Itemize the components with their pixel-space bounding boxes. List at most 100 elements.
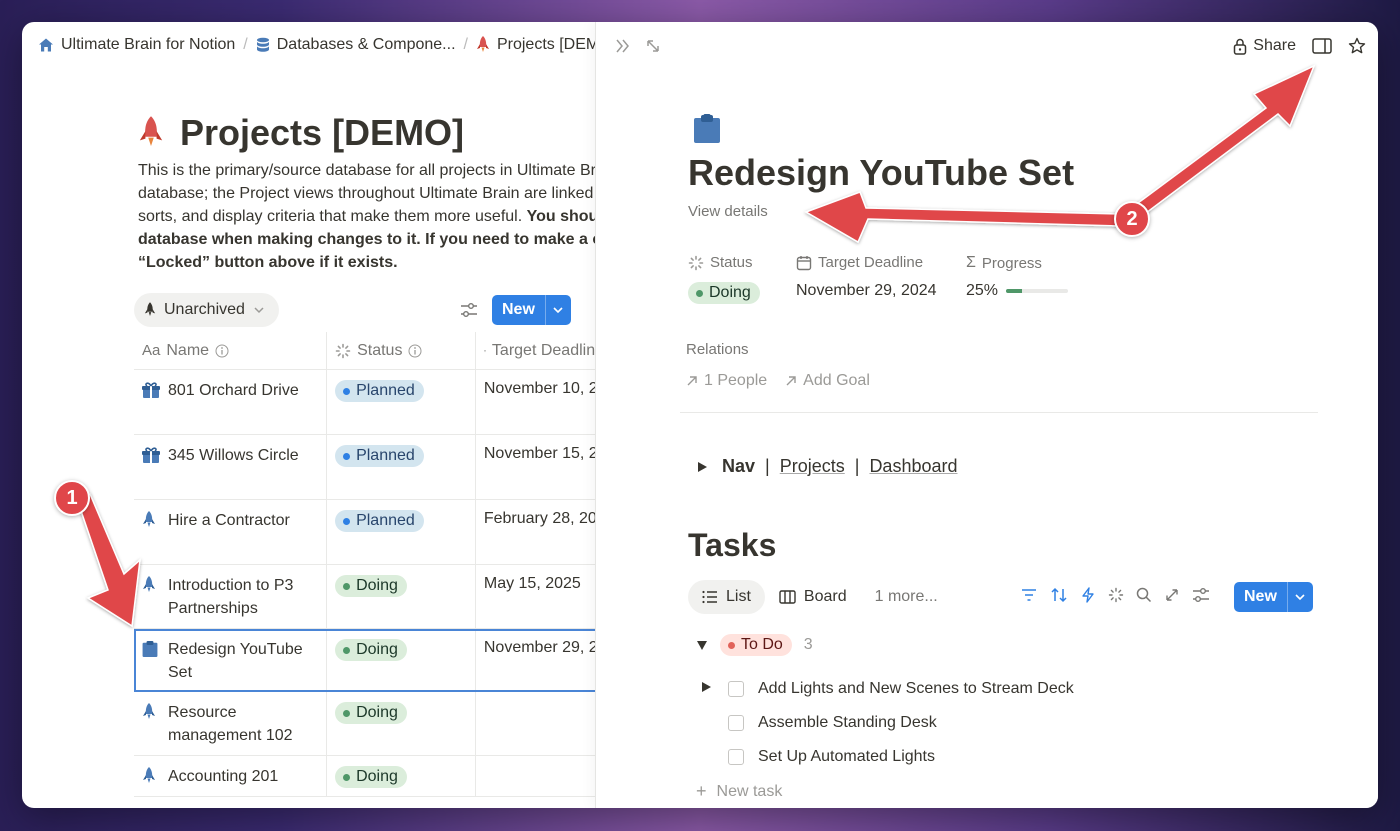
search-icon[interactable] xyxy=(1136,587,1152,603)
task-item[interactable]: Assemble Standing Desk xyxy=(700,714,937,732)
cell-name[interactable]: 801 Orchard Drive xyxy=(134,370,328,434)
chevron-down-icon xyxy=(1295,594,1305,601)
collapse-peek-icon[interactable] xyxy=(614,37,632,55)
new-task-row[interactable]: + New task xyxy=(696,781,782,802)
view-details-link[interactable]: View details xyxy=(688,203,768,220)
task-checkbox[interactable] xyxy=(728,681,744,697)
filter-settings-icon[interactable] xyxy=(460,302,478,318)
table-row[interactable]: Hire a Contractor Planned February 28, 202… xyxy=(134,500,595,565)
rocket-icon xyxy=(142,701,160,745)
cell-deadline[interactable]: May 15, 2025 xyxy=(476,565,595,628)
cell-deadline[interactable]: November 10, 2024 xyxy=(476,370,595,434)
status-badge: Doing xyxy=(335,766,407,788)
chevron-down-icon xyxy=(254,307,264,314)
cell-deadline[interactable]: November 29, 2024 xyxy=(476,629,595,691)
cell-status[interactable]: Planned xyxy=(327,435,476,499)
view-toolbar xyxy=(1020,587,1210,603)
tab-list[interactable]: List xyxy=(688,580,765,614)
rocket-icon xyxy=(139,116,163,146)
cell-status[interactable]: Planned xyxy=(327,370,476,434)
new-dropdown-button[interactable] xyxy=(1286,582,1313,612)
projects-link[interactable]: Projects xyxy=(780,456,845,477)
cell-status[interactable]: Doing xyxy=(327,565,476,628)
status-badge: Doing xyxy=(335,702,407,724)
settings-sliders-icon[interactable] xyxy=(1192,587,1210,603)
task-checkbox[interactable] xyxy=(728,749,744,765)
dashboard-link[interactable]: Dashboard xyxy=(869,456,957,477)
cell-name[interactable]: Redesign YouTube Set xyxy=(134,629,328,691)
new-task-button[interactable]: New xyxy=(1234,582,1313,612)
cell-name[interactable]: Resource management 102 xyxy=(134,692,328,755)
clipboard-icon[interactable] xyxy=(693,114,721,144)
cell-name[interactable]: 345 Willows Circle xyxy=(134,435,328,499)
triangle-right-icon[interactable] xyxy=(696,461,708,473)
breadcrumb-item-projects[interactable]: Projects [DEMO] xyxy=(476,36,595,54)
expand-icon[interactable] xyxy=(1164,587,1180,603)
breadcrumb-item-databases[interactable]: Databases & Compone... xyxy=(256,36,456,54)
row-title: Accounting 201 xyxy=(168,768,279,785)
progress-bar xyxy=(1006,289,1069,293)
cell-status[interactable]: Doing xyxy=(327,756,476,796)
filter-icon[interactable] xyxy=(1020,587,1038,603)
table-row[interactable]: Introduction to P3 Partnerships Doing May … xyxy=(134,565,595,629)
task-checkbox[interactable] xyxy=(728,715,744,731)
table-row[interactable]: Accounting 201 Doing xyxy=(134,756,595,797)
lightning-icon[interactable] xyxy=(1080,587,1096,603)
share-button[interactable]: Share xyxy=(1233,37,1296,55)
sigma-icon: Σ xyxy=(966,254,976,271)
table-row[interactable]: Redesign YouTube Set Doing November 29, 20… xyxy=(134,629,595,692)
cell-name[interactable]: Accounting 201 xyxy=(134,756,328,796)
cell-status[interactable]: Planned xyxy=(327,500,476,564)
divider xyxy=(680,412,1318,413)
arrow-up-right-icon xyxy=(687,376,697,386)
cell-status[interactable]: Doing xyxy=(327,692,476,755)
relations-heading: Relations xyxy=(686,341,749,358)
table-body: 801 Orchard Drive Planned November 10, 202… xyxy=(134,370,595,797)
cell-deadline[interactable]: February 28, 2025 xyxy=(476,500,595,564)
new-dropdown-button[interactable] xyxy=(544,295,571,325)
task-toggle[interactable] xyxy=(700,680,728,698)
page-title-text: Projects [DEMO] xyxy=(180,112,465,153)
tab-more[interactable]: 1 more... xyxy=(861,580,952,614)
cell-deadline[interactable]: November 15, 2024 xyxy=(476,435,595,499)
column-header-deadline[interactable]: Target Deadline xyxy=(476,332,595,369)
table-row[interactable]: 801 Orchard Drive Planned November 10, 202… xyxy=(134,370,595,435)
triangle-down-icon[interactable] xyxy=(696,639,708,651)
breadcrumb: Ultimate Brain for Notion / Databases & … xyxy=(38,36,595,54)
tab-board[interactable]: Board xyxy=(765,580,861,614)
cell-deadline[interactable] xyxy=(476,692,595,755)
cell-deadline[interactable] xyxy=(476,756,595,796)
status-badge: Planned xyxy=(335,380,424,402)
side-peek-icon[interactable] xyxy=(1312,38,1332,54)
relations: 1 People Add Goal xyxy=(686,372,870,390)
table-row[interactable]: 345 Willows Circle Planned November 15, 20… xyxy=(134,435,595,500)
cell-status[interactable]: Doing xyxy=(327,629,476,691)
property-status-value[interactable]: Doing xyxy=(688,282,760,304)
task-item[interactable]: Add Lights and New Scenes to Stream Deck xyxy=(700,680,1074,698)
sparkle-icon[interactable] xyxy=(1108,587,1124,603)
sort-icon[interactable] xyxy=(1050,587,1068,603)
annotation-marker-2: 2 xyxy=(1114,201,1150,237)
expand-icon[interactable] xyxy=(644,37,662,55)
property-deadline-value[interactable]: November 29, 2024 xyxy=(796,282,937,300)
row-title: Redesign YouTube Set xyxy=(168,641,303,681)
task-item[interactable]: Set Up Automated Lights xyxy=(700,748,935,766)
group-header-todo[interactable]: To Do 3 xyxy=(696,634,813,656)
board-icon xyxy=(779,590,796,604)
view-selector[interactable]: Unarchived xyxy=(134,293,279,327)
star-icon[interactable] xyxy=(1348,37,1366,55)
page-title[interactable]: Redesign YouTube Set xyxy=(688,152,1074,194)
page-title: Projects [DEMO] xyxy=(138,112,464,154)
row-title: 345 Willows Circle xyxy=(168,447,299,464)
new-button[interactable]: New xyxy=(492,295,571,325)
calendar-icon xyxy=(483,349,486,352)
table-row[interactable]: Resource management 102 Doing xyxy=(134,692,595,756)
cell-name[interactable]: Hire a Contractor xyxy=(134,500,328,564)
relation-add-goal[interactable]: Add Goal xyxy=(785,372,870,390)
breadcrumb-item-home[interactable]: Ultimate Brain for Notion xyxy=(38,36,235,54)
column-header-name[interactable]: Aa Name xyxy=(134,332,328,369)
column-header-status[interactable]: Status xyxy=(327,332,476,369)
relation-people[interactable]: 1 People xyxy=(686,372,767,390)
cell-name[interactable]: Introduction to P3 Partnerships xyxy=(134,565,328,628)
nav-toggle[interactable]: Nav | Projects | Dashboard xyxy=(696,456,958,477)
